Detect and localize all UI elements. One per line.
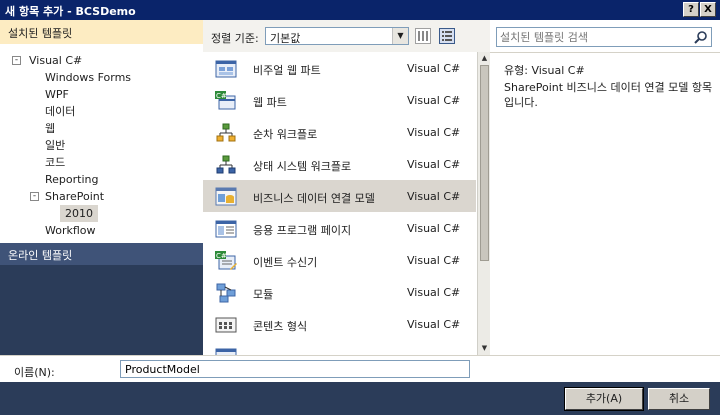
template-name: 모듈	[253, 288, 274, 301]
small-icons-view-icon	[418, 31, 428, 41]
template-description: SharePoint 비즈니스 데이터 연결 모델 항목입니다.	[504, 81, 713, 109]
svg-text:C#: C#	[216, 92, 227, 100]
bdc-model-icon	[215, 187, 237, 206]
svg-text:C#: C#	[216, 252, 227, 260]
tree-item-2010[interactable]: 2010	[60, 205, 98, 222]
tree-item-workflow[interactable]: Workflow	[45, 222, 96, 239]
scrollbar-thumb[interactable]	[480, 65, 489, 261]
template-language: Visual C#	[407, 254, 461, 267]
event-receiver-icon: C#	[215, 251, 237, 270]
cancel-button[interactable]: 취소	[648, 388, 710, 410]
template-row[interactable]: C# 이벤트 수신기 Visual C#	[203, 244, 476, 276]
template-name: 응용 프로그램 페이지	[253, 224, 352, 237]
template-row[interactable]: 응용 프로그램 페이지 Visual C#	[203, 212, 476, 244]
tree-item-label: Visual C#	[29, 54, 83, 67]
template-row[interactable]: C# 웹 파트 Visual C#	[203, 84, 476, 116]
name-row: 이름(N):	[0, 355, 720, 382]
online-templates-label: 온라인 템플릿	[8, 249, 73, 262]
title-bar: 새 항목 추가 - BCSDemo ? X	[0, 0, 720, 20]
collapse-icon[interactable]: -	[12, 56, 21, 65]
template-language: Visual C#	[407, 126, 461, 139]
left-panel-empty-area	[0, 265, 203, 355]
window-title: 새 항목 추가 - BCSDemo	[5, 5, 136, 18]
scroll-up-icon[interactable]: ▲	[478, 52, 490, 65]
tree-item-windows-forms[interactable]: Windows Forms	[45, 69, 131, 86]
close-button[interactable]: X	[700, 2, 716, 17]
list-definition-icon	[215, 348, 237, 355]
template-row[interactable]: 상태 시스템 워크플로 Visual C#	[203, 148, 476, 180]
application-page-icon	[215, 220, 237, 238]
template-row[interactable]: 콘텐츠 형식 Visual C#	[203, 308, 476, 340]
sequential-workflow-icon	[216, 123, 236, 142]
type-value: Visual C#	[531, 64, 585, 77]
template-language: Visual C#	[407, 94, 461, 107]
template-language: Visual C#	[407, 318, 461, 331]
small-icons-view-button[interactable]	[415, 28, 431, 44]
online-templates-header[interactable]: 온라인 템플릿	[0, 243, 203, 265]
name-label: 이름(N):	[14, 366, 55, 379]
template-tree-panel: 설치된 템플릿 - Visual C# Windows Forms WPF 데이…	[0, 20, 203, 355]
state-machine-workflow-icon	[216, 155, 236, 174]
details-view-icon	[442, 31, 452, 41]
template-row-partial[interactable]	[203, 340, 476, 355]
name-input[interactable]	[120, 360, 470, 378]
collapse-icon[interactable]: -	[30, 192, 39, 201]
module-icon	[216, 283, 236, 303]
dropdown-arrow-icon[interactable]: ▼	[392, 28, 408, 44]
tree-item-wpf[interactable]: WPF	[45, 86, 69, 103]
template-language: Visual C#	[407, 286, 461, 299]
tree-item-data[interactable]: 데이터	[45, 103, 75, 120]
template-name: 비즈니스 데이터 연결 모델	[253, 192, 375, 205]
sort-label: 정렬 기준:	[211, 32, 259, 45]
add-button[interactable]: 추가(A)	[564, 387, 644, 411]
visual-web-part-icon	[215, 60, 237, 78]
content-type-icon	[215, 317, 237, 333]
tree-item-code[interactable]: 코드	[45, 154, 65, 171]
template-list-panel: 정렬 기준: 기본값 ▼ 비주얼 웹 파트 Visual C# C# 웹 파트 …	[203, 20, 490, 355]
installed-templates-label: 설치된 템플릿	[8, 27, 73, 40]
type-label: 유형:	[504, 64, 528, 77]
details-panel: 유형: Visual C# SharePoint 비즈니스 데이터 연결 모델 …	[490, 20, 720, 355]
template-language: Visual C#	[407, 158, 461, 171]
tree-item-web[interactable]: 웹	[45, 120, 55, 137]
template-name: 상태 시스템 워크플로	[253, 160, 352, 173]
template-name: 웹 파트	[253, 96, 287, 109]
template-name: 비주얼 웹 파트	[253, 64, 321, 77]
list-toolbar: 정렬 기준: 기본값 ▼	[203, 20, 490, 52]
search-icon[interactable]	[694, 30, 708, 44]
template-language: Visual C#	[407, 62, 461, 75]
template-language: Visual C#	[407, 190, 461, 203]
details-divider	[490, 52, 720, 53]
web-part-icon: C#	[215, 91, 236, 110]
template-list: 비주얼 웹 파트 Visual C# C# 웹 파트 Visual C# 순차 …	[203, 52, 490, 355]
template-language: Visual C#	[407, 222, 461, 235]
template-row-selected[interactable]: 비즈니스 데이터 연결 모델 Visual C#	[203, 180, 476, 212]
template-name: 이벤트 수신기	[253, 256, 318, 269]
sort-value: 기본값	[270, 32, 301, 45]
tree-item-general[interactable]: 일반	[45, 137, 65, 154]
template-name: 콘텐츠 형식	[253, 320, 308, 333]
template-row[interactable]: 비주얼 웹 파트 Visual C#	[203, 52, 476, 84]
template-name: 순차 워크플로	[253, 128, 318, 141]
tree-item-label: SharePoint	[45, 190, 105, 203]
list-scrollbar[interactable]: ▲ ▼	[477, 52, 490, 355]
help-button[interactable]: ?	[683, 2, 699, 17]
type-line: 유형: Visual C#	[504, 62, 585, 78]
template-row[interactable]: 모듈 Visual C#	[203, 276, 476, 308]
dialog-footer: 이름(N): 추가(A) 취소	[0, 355, 720, 415]
tree-item-reporting[interactable]: Reporting	[45, 171, 98, 188]
search-input[interactable]	[500, 30, 680, 44]
sort-dropdown[interactable]: 기본값 ▼	[265, 27, 409, 45]
search-box[interactable]	[496, 27, 712, 47]
template-row[interactable]: 순차 워크플로 Visual C#	[203, 116, 476, 148]
installed-templates-header[interactable]: 설치된 템플릿	[0, 20, 203, 44]
details-view-button[interactable]	[439, 28, 455, 44]
scroll-down-icon[interactable]: ▼	[478, 342, 490, 355]
